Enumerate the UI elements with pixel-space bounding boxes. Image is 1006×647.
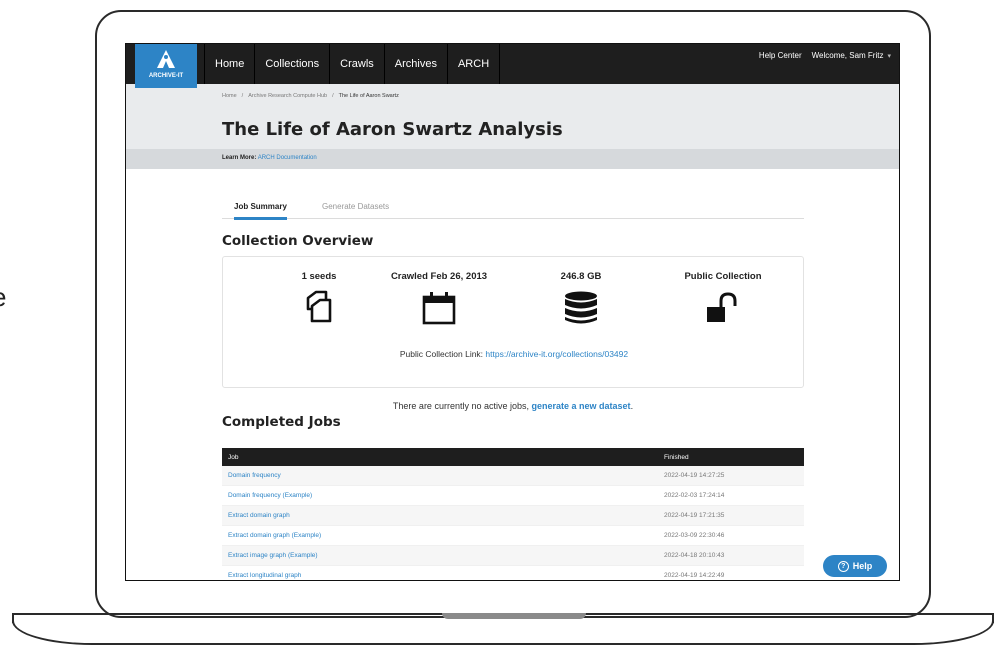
seeds-stat: 1 seeds xyxy=(279,271,359,324)
active-jobs-message: There are currently no active jobs, gene… xyxy=(392,401,634,411)
help-button-label: Help xyxy=(852,561,873,571)
breadcrumb: Home / Archive Research Compute Hub / The Li… xyxy=(222,93,399,99)
learn-more-bar: Learn More: ARCH Documentation xyxy=(126,149,899,169)
table-row: Domain frequency (Example) 2022-02-03 17:… xyxy=(222,486,804,506)
page-header: Home / Archive Research Compute Hub / The Li… xyxy=(126,84,899,149)
finished-time: 2022-04-19 14:27:25 xyxy=(664,472,725,479)
breadcrumb-arch[interactable]: Archive Research Compute Hub xyxy=(248,93,327,99)
arch-documentation-link[interactable]: ARCH Documentation xyxy=(258,155,317,161)
laptop-screen: Home Collections Crawls Archives ARCH He… xyxy=(125,43,900,581)
database-icon xyxy=(565,291,597,324)
finished-time: 2022-02-03 17:24:14 xyxy=(664,492,725,499)
size-stat: 246.8 GB xyxy=(541,271,621,326)
help-button[interactable]: ? Help xyxy=(823,555,887,577)
archive-it-logo[interactable]: ARCHIVE-IT xyxy=(135,44,197,88)
generate-dataset-link[interactable]: generate a new dataset xyxy=(532,401,631,411)
laptop-base xyxy=(12,613,1006,647)
finished-time: 2022-04-19 14:22:49 xyxy=(664,572,725,579)
tab-generate-datasets[interactable]: Generate Datasets xyxy=(322,202,389,217)
table-row: Domain frequency 2022-04-19 14:27:25 xyxy=(222,466,804,486)
finished-time: 2022-04-19 17:21:35 xyxy=(664,512,725,519)
page-title: The Life of Aaron Swartz Analysis xyxy=(222,119,563,140)
collection-overview-card: 1 seeds Crawled Feb 26, 2013 246.8 GB Pu… xyxy=(222,256,804,388)
unlock-icon xyxy=(707,292,737,322)
learn-more-label: Learn More: xyxy=(222,155,257,161)
user-menu[interactable]: Welcome, Sam Fritz ▾ xyxy=(812,51,891,60)
crawled-stat: Crawled Feb 26, 2013 xyxy=(379,271,499,326)
public-collection-link[interactable]: https://archive-it.org/collections/03492 xyxy=(485,349,628,359)
table-row: Extract longitudinal graph 2022-04-19 14:… xyxy=(222,566,804,580)
top-nav: Home Collections Crawls Archives ARCH He… xyxy=(126,44,899,84)
table-body: Domain frequency 2022-04-19 14:27:25 Doma… xyxy=(222,466,804,580)
access-stat: Public Collection xyxy=(673,271,773,326)
cropped-edge-text: e xyxy=(0,282,12,322)
nav-collections[interactable]: Collections xyxy=(255,44,331,84)
table-row: Extract domain graph (Example) 2022-03-09… xyxy=(222,526,804,546)
nav-menu: Home Collections Crawls Archives ARCH xyxy=(204,44,501,84)
finished-time: 2022-04-18 20:10:43 xyxy=(664,552,725,559)
job-link[interactable]: Extract domain graph (Example) xyxy=(228,532,321,539)
job-link[interactable]: Extract longitudinal graph xyxy=(228,572,301,579)
laptop-notch xyxy=(442,613,586,619)
table-header: Job Finished xyxy=(222,448,804,466)
tab-job-summary[interactable]: Job Summary xyxy=(234,202,287,220)
copy-icon xyxy=(306,290,332,323)
nav-archives[interactable]: Archives xyxy=(385,44,448,84)
completed-jobs-heading: Completed Jobs xyxy=(222,414,341,430)
job-link[interactable]: Extract image graph (Example) xyxy=(228,552,318,559)
column-finished[interactable]: Finished xyxy=(664,454,689,461)
chevron-down-icon: ▾ xyxy=(887,53,891,60)
tabs: Job Summary Generate Datasets xyxy=(222,194,804,220)
table-row: Extract domain graph 2022-04-19 17:21:35 xyxy=(222,506,804,526)
help-center-link[interactable]: Help Center xyxy=(759,51,802,60)
job-link[interactable]: Extract domain graph xyxy=(228,512,290,519)
calendar-icon xyxy=(422,292,456,325)
column-job[interactable]: Job xyxy=(228,454,238,461)
nav-crawls[interactable]: Crawls xyxy=(330,44,385,84)
job-link[interactable]: Domain frequency (Example) xyxy=(228,492,312,499)
nav-right: Help Center Welcome, Sam Fritz ▾ xyxy=(759,51,891,60)
nav-home[interactable]: Home xyxy=(204,44,256,84)
collection-overview-heading: Collection Overview xyxy=(222,233,374,249)
logo-a-icon xyxy=(157,50,175,68)
breadcrumb-current: The Life of Aaron Swartz xyxy=(338,93,399,99)
nav-arch[interactable]: ARCH xyxy=(448,44,501,84)
public-link-row: Public Collection Link: https://archive-… xyxy=(399,349,629,359)
job-link[interactable]: Domain frequency xyxy=(228,472,281,479)
finished-time: 2022-03-09 22:30:46 xyxy=(664,532,725,539)
completed-jobs-table: Job Finished Domain frequency 2022-04-19 … xyxy=(222,448,804,580)
welcome-text: Welcome, Sam Fritz xyxy=(811,51,884,60)
question-icon: ? xyxy=(837,560,849,572)
table-row: Extract image graph (Example) 2022-04-18 … xyxy=(222,546,804,566)
breadcrumb-home[interactable]: Home xyxy=(222,93,237,99)
